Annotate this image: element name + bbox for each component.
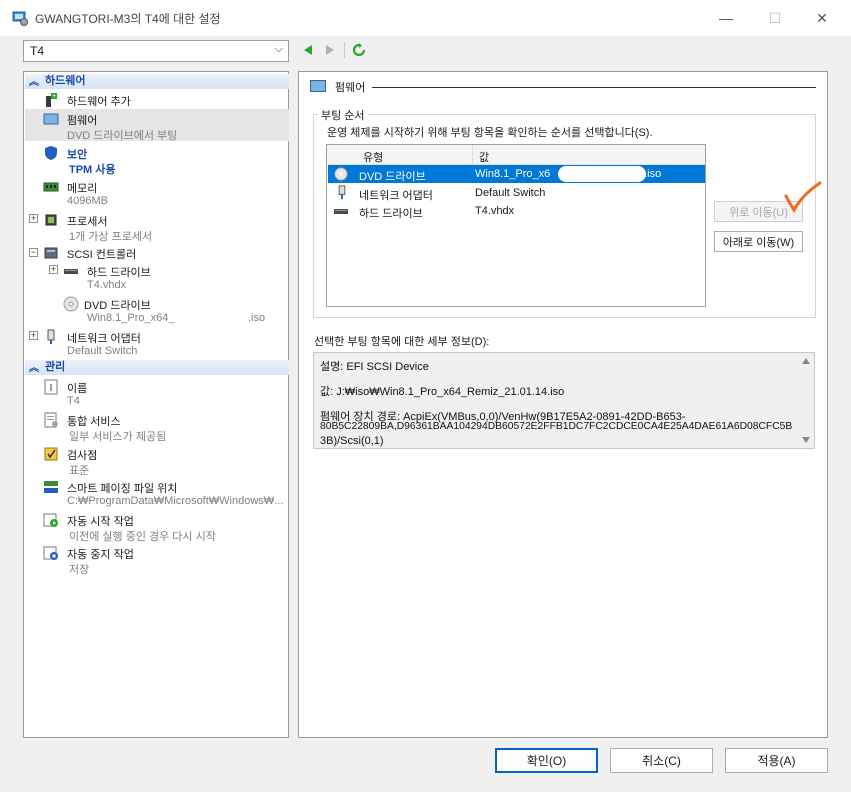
boot-entry-details[interactable]: 설명: EFI SCSI Device 값: J:₩iso₩Win8.1_Pro… <box>313 352 815 449</box>
boot-order-list[interactable]: 유형 값 DVD 드라이브 Win8.1_Pro_x6 o.iso 네트워크 어… <box>326 144 706 307</box>
tree-item-integration-services[interactable]: 통합 서비스 일부 서비스가 제공됨 <box>25 410 289 443</box>
back-arrow-icon[interactable] <box>302 44 314 56</box>
boot-entry-hard-drive[interactable]: 하드 드라이브 T4.vhdx <box>328 202 705 220</box>
scsi-controller-icon <box>44 247 58 259</box>
section-title: 펌웨어 <box>335 82 366 94</box>
network-adapter-icon <box>47 329 55 344</box>
name-icon: I <box>44 379 58 395</box>
title-bar: GWANGTORI-M3의 T4에 대한 설정 — ☐ ✕ <box>0 0 851 36</box>
vm-select-value: T4 <box>30 44 45 58</box>
hard-drive-icon <box>64 269 78 274</box>
auto-start-icon <box>43 513 58 527</box>
tree-item-checkpoints[interactable]: 검사점 표준 <box>25 444 289 477</box>
hard-drive-icon <box>334 209 348 214</box>
expand-icon[interactable]: + <box>49 265 58 274</box>
ok-button[interactable]: 확인(O) <box>495 748 598 773</box>
settings-tree: ︽ 하드웨어 + 하드웨어 추가 펌웨어 DVD 드라이브에서 부팅 보안 TP… <box>23 71 289 738</box>
memory-icon <box>43 182 59 192</box>
scroll-up-icon[interactable] <box>802 358 810 364</box>
firmware-header-icon <box>310 80 326 92</box>
list-header: 유형 값 <box>327 145 705 165</box>
collapse-icon: ︽ <box>29 363 39 374</box>
collapse-tree-icon[interactable]: − <box>29 248 38 257</box>
details-path-3: 3B)/Scsi(0,1) <box>320 435 384 447</box>
processor-icon <box>45 214 57 226</box>
move-down-button[interactable]: 아래로 이동(W) <box>714 231 803 252</box>
auto-stop-icon <box>43 546 58 560</box>
details-path-2: 80B5C22809BA,D96361BAA104294DB60572E2FFB… <box>320 421 793 432</box>
details-label: 선택한 부팅 항목에 대한 세부 정보(D): <box>314 336 490 348</box>
dvd-disc-icon <box>63 296 79 312</box>
tree-item-smart-paging[interactable]: 스마트 페이징 파일 위치 C:₩ProgramData₩Microsoft₩W… <box>25 477 289 509</box>
tree-item-processor[interactable]: + 프로세서 1개 가상 프로세서 <box>25 210 289 243</box>
refresh-icon[interactable] <box>352 43 366 57</box>
shield-icon <box>45 146 57 160</box>
expand-icon[interactable]: + <box>29 331 38 340</box>
checkmark-annotation-icon <box>784 181 822 213</box>
boot-order-description: 운영 체제를 시작하기 위해 부팅 항목을 확인하는 순서를 선택합니다(S). <box>327 127 653 139</box>
details-scrollbar[interactable] <box>798 353 814 448</box>
cancel-button[interactable]: 취소(C) <box>610 748 713 773</box>
redaction-blot <box>558 166 646 182</box>
svg-text:I: I <box>50 383 53 394</box>
scroll-down-icon[interactable] <box>802 437 810 443</box>
boot-entry-dvd[interactable]: DVD 드라이브 Win8.1_Pro_x6 o.iso <box>328 165 705 183</box>
boot-entry-network[interactable]: 네트워크 어댑터 Default Switch <box>328 184 705 202</box>
tree-item-network-adapter[interactable]: + 네트워크 어댑터 Default Switch <box>25 327 289 359</box>
tree-item-security[interactable]: 보안 TPM 사용 <box>25 143 289 176</box>
expand-icon[interactable]: + <box>29 214 38 223</box>
paging-file-icon <box>44 481 58 493</box>
tree-item-name[interactable]: I 이름 T4 <box>25 377 289 409</box>
details-description: 설명: EFI SCSI Device <box>320 361 429 373</box>
collapse-icon: ︽ <box>29 77 39 88</box>
checkpoint-icon <box>44 447 58 461</box>
dvd-disc-icon <box>334 167 348 181</box>
integration-services-icon <box>44 412 58 428</box>
tree-item-hard-drive[interactable]: + 하드 드라이브 T4.vhdx <box>25 261 289 293</box>
column-value[interactable]: 값 <box>479 149 489 165</box>
maximize-button[interactable]: ☐ <box>752 0 798 36</box>
management-section-header[interactable]: ︽ 관리 <box>25 360 289 375</box>
tree-item-scsi-controller[interactable]: − SCSI 컨트롤러 <box>25 244 289 262</box>
network-adapter-icon <box>338 185 346 200</box>
window-title: GWANGTORI-M3의 T4에 대한 설정 <box>35 12 221 26</box>
forward-arrow-icon[interactable] <box>324 44 336 56</box>
tree-item-firmware[interactable]: 펌웨어 DVD 드라이브에서 부팅 <box>25 109 289 142</box>
details-value: 값: J:₩iso₩Win8.1_Pro_x64_Remiz_21.01.14.… <box>320 386 565 398</box>
add-hardware-icon: + <box>46 93 57 107</box>
tree-item-dvd-drive[interactable]: DVD 드라이브 Win8.1_Pro_x64_ .iso <box>25 294 289 326</box>
vm-settings-icon <box>12 11 28 26</box>
toolbar-divider <box>344 42 345 58</box>
column-divider[interactable] <box>472 145 473 165</box>
tree-item-auto-stop[interactable]: 자동 중지 작업 저장 <box>25 543 289 576</box>
chevron-down-icon: ⌵ <box>274 43 283 55</box>
hardware-section-header[interactable]: ︽ 하드웨어 <box>25 74 289 89</box>
tree-item-memory[interactable]: 메모리 4096MB <box>25 177 289 209</box>
column-type[interactable]: 유형 <box>363 149 383 165</box>
svg-text:+: + <box>52 93 56 100</box>
firmware-icon <box>43 113 59 125</box>
tree-item-auto-start[interactable]: 자동 시작 작업 이전에 실행 중인 경우 다시 시작 <box>25 510 289 543</box>
close-button[interactable]: ✕ <box>799 0 845 36</box>
minimize-button[interactable]: — <box>703 0 749 36</box>
section-title-rule <box>372 87 816 88</box>
apply-button[interactable]: 적용(A) <box>725 748 828 773</box>
vm-select[interactable]: T4 ⌵ <box>23 40 289 62</box>
tree-item-add-hardware[interactable]: + 하드웨어 추가 <box>25 91 289 109</box>
boot-order-label: 부팅 순서 <box>318 107 368 123</box>
